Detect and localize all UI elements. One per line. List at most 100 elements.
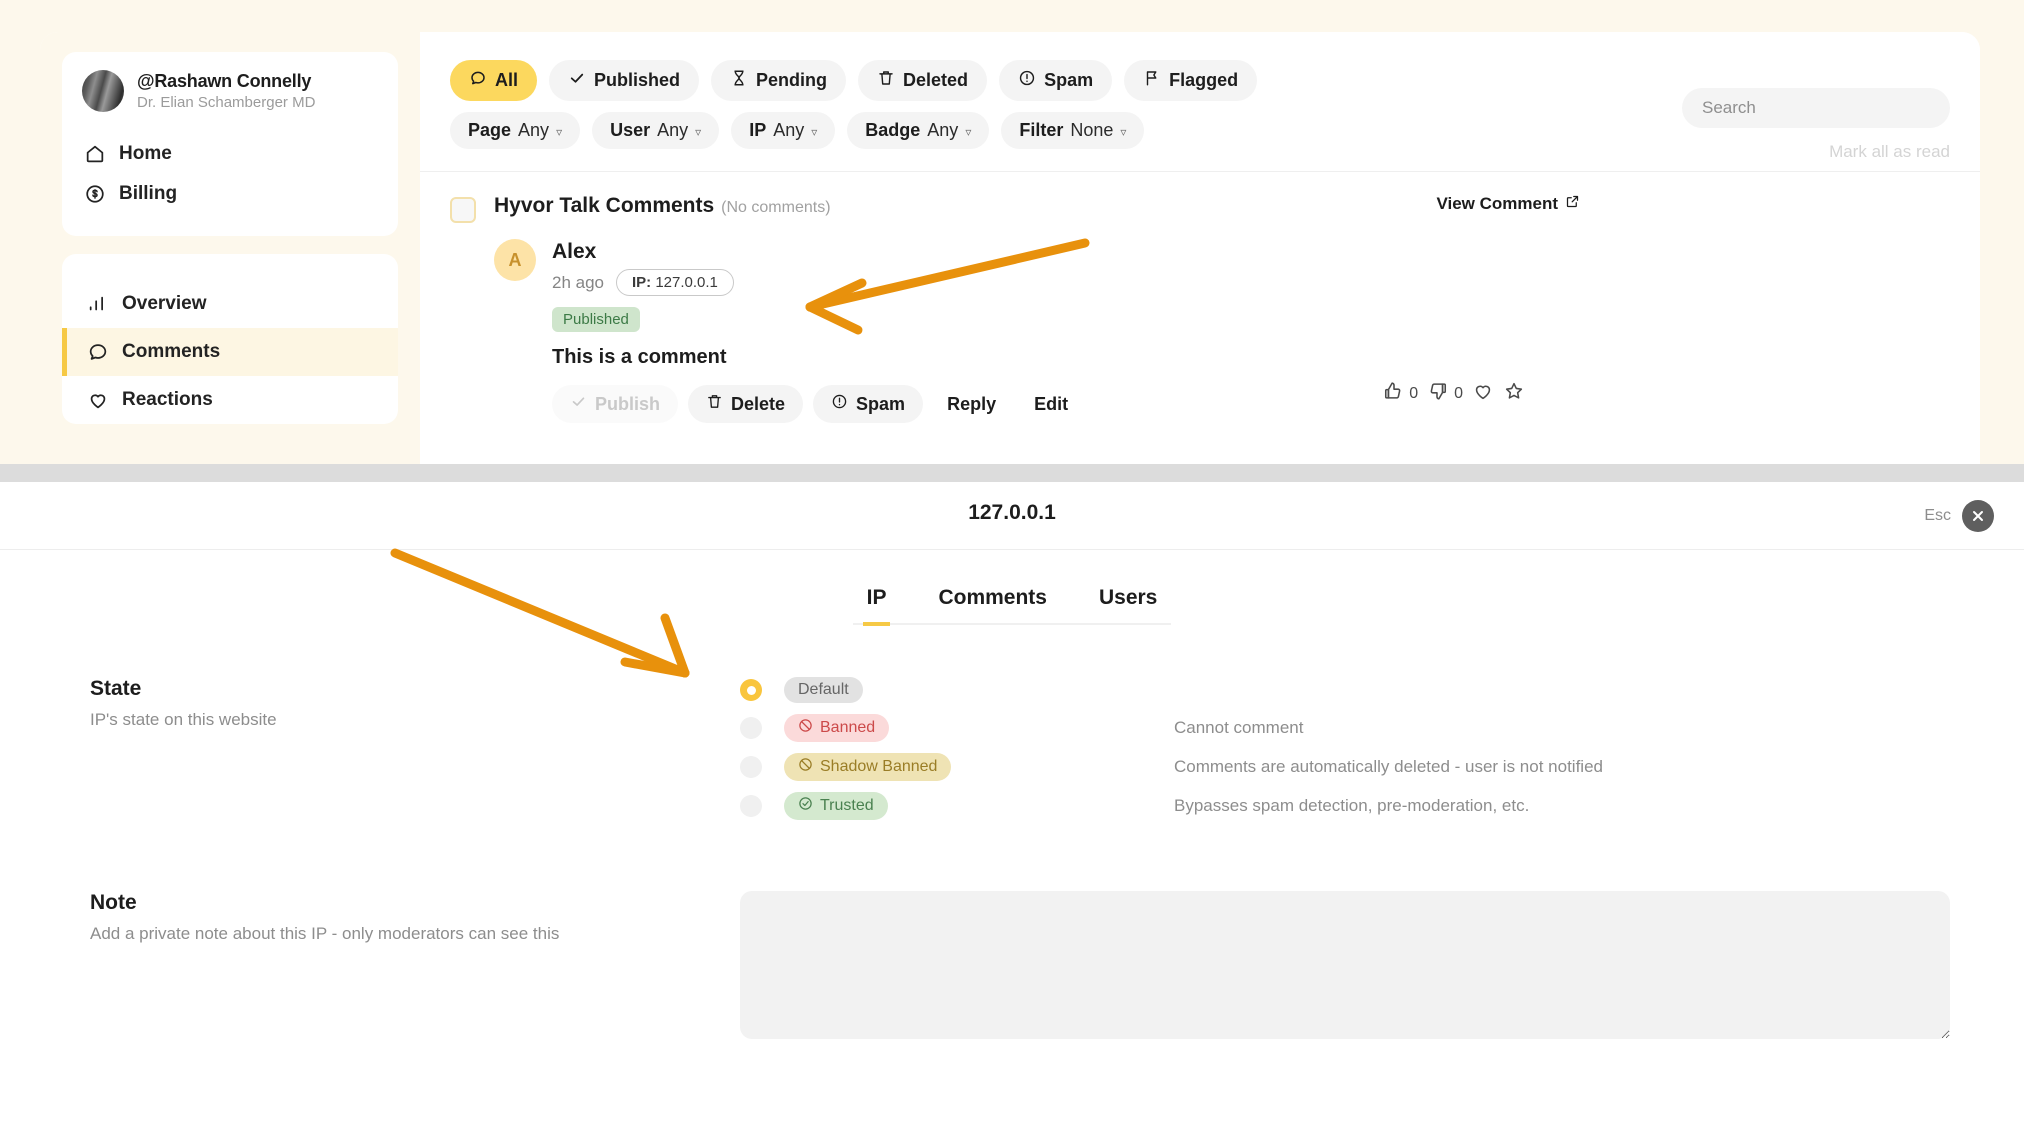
sidebar-item-billing[interactable]: Billing xyxy=(82,174,378,214)
main-panel: All Published Pending xyxy=(420,32,1980,464)
state-option-shadow-banned[interactable]: Shadow Banned Comments are automatically… xyxy=(740,753,1934,781)
close-icon xyxy=(1962,500,1994,532)
flag-icon xyxy=(1143,69,1161,92)
hourglass-icon xyxy=(730,69,748,92)
heart-reaction[interactable] xyxy=(1472,380,1494,407)
chip-label: Deleted xyxy=(903,70,968,91)
dropdown-label: IP xyxy=(749,120,766,141)
tab-comments[interactable]: Comments xyxy=(934,578,1051,626)
status-badge: Published xyxy=(552,307,640,332)
mark-all-as-read-button[interactable]: Mark all as read xyxy=(1829,142,1950,162)
radio-default[interactable] xyxy=(740,679,762,701)
delete-button[interactable]: Delete xyxy=(688,385,803,423)
button-label: Publish xyxy=(595,394,660,415)
ip-pill-prefix: IP: xyxy=(632,274,651,291)
tab-users[interactable]: Users xyxy=(1095,578,1161,626)
external-link-icon xyxy=(1565,194,1580,214)
state-option-default[interactable]: Default xyxy=(740,677,1934,703)
chip-label: Flagged xyxy=(1169,70,1238,91)
dropdown-label: Page xyxy=(468,120,511,141)
section-title: Note xyxy=(90,891,740,915)
dropdown-value: Any xyxy=(657,120,688,141)
check-icon xyxy=(568,69,586,92)
modal-tabs: IP Comments Users xyxy=(0,578,2024,625)
dropdown-filter[interactable]: Filter None ▿ xyxy=(1001,112,1144,149)
comment-thread-header: Hyvor Talk Comments(No comments) xyxy=(450,194,1950,223)
chip-label: All xyxy=(495,70,518,91)
dropdown-ip[interactable]: IP Any ▿ xyxy=(731,112,835,149)
filter-chip-all[interactable]: All xyxy=(450,60,537,101)
ip-detail-modal: 127.0.0.1 Esc IP Comments Users State IP… xyxy=(0,482,2024,1127)
dropdown-label: Filter xyxy=(1019,120,1063,141)
sidebar-item-overview[interactable]: Overview xyxy=(62,280,398,328)
trash-icon xyxy=(877,69,895,92)
exclamation-circle-icon xyxy=(831,393,848,415)
profile-subtitle: Dr. Elian Schamberger MD xyxy=(137,93,315,113)
reaction-counters: 0 0 xyxy=(1382,380,1525,407)
comment-item: A Alex 2h ago IP: 127.0.0.1 Published Th… xyxy=(494,239,1950,423)
speech-bubble-icon xyxy=(87,341,109,363)
thumbs-down-count: 0 xyxy=(1454,385,1463,403)
note-section: Note Add a private note about this IP - … xyxy=(0,891,2024,1044)
badge-label: Banned xyxy=(820,719,875,737)
chevron-down-icon: ▿ xyxy=(556,125,562,139)
thumbs-up-count: 0 xyxy=(1409,385,1418,403)
filter-chip-pending[interactable]: Pending xyxy=(711,60,846,101)
bar-chart-icon xyxy=(87,293,109,315)
comment-select-checkbox[interactable] xyxy=(450,197,476,223)
filter-chip-spam[interactable]: Spam xyxy=(999,60,1112,101)
state-option-description: Comments are automatically deleted - use… xyxy=(1174,757,1603,777)
badge-cell: Default xyxy=(784,677,1174,703)
dollar-circle-icon xyxy=(84,183,106,205)
sidebar-item-home[interactable]: Home xyxy=(82,134,378,174)
note-textarea[interactable] xyxy=(740,891,1950,1039)
state-section-labels: State IP's state on this website xyxy=(90,677,740,831)
radio-banned[interactable] xyxy=(740,717,762,739)
state-option-banned[interactable]: Banned Cannot comment xyxy=(740,714,1934,742)
dropdown-badge[interactable]: Badge Any ▿ xyxy=(847,112,989,149)
star-icon xyxy=(1503,380,1525,407)
dropdown-label: User xyxy=(610,120,650,141)
filter-chip-deleted[interactable]: Deleted xyxy=(858,60,987,101)
sidebar-item-comments[interactable]: Comments xyxy=(62,328,398,376)
sidebar-item-label: Billing xyxy=(119,183,177,205)
reply-button[interactable]: Reply xyxy=(933,386,1010,423)
radio-trusted[interactable] xyxy=(740,795,762,817)
badge-cell: Trusted xyxy=(784,792,1174,820)
thread-note: (No comments) xyxy=(721,199,830,216)
exclamation-circle-icon xyxy=(1018,69,1036,92)
note-section-labels: Note Add a private note about this IP - … xyxy=(90,891,740,1044)
state-option-description: Cannot comment xyxy=(1174,718,1303,738)
sidebar-item-reactions[interactable]: Reactions xyxy=(62,376,398,424)
sidebar-item-label: Reactions xyxy=(122,389,213,411)
radio-shadow-banned[interactable] xyxy=(740,756,762,778)
thumbs-up-reaction[interactable]: 0 xyxy=(1382,380,1418,407)
spam-button[interactable]: Spam xyxy=(813,385,923,423)
close-modal-button[interactable]: Esc xyxy=(1924,500,1994,532)
modal-header: 127.0.0.1 Esc xyxy=(0,482,2024,550)
section-description: Add a private note about this IP - only … xyxy=(90,924,740,944)
dropdown-page[interactable]: Page Any ▿ xyxy=(450,112,580,149)
dropdown-user[interactable]: User Any ▿ xyxy=(592,112,719,149)
tab-ip[interactable]: IP xyxy=(863,578,891,626)
search-area: Mark all as read xyxy=(1682,88,1950,162)
dropdown-value: Any xyxy=(773,120,804,141)
esc-label: Esc xyxy=(1924,507,1951,525)
state-badge: Trusted xyxy=(784,792,888,820)
publish-button[interactable]: Publish xyxy=(552,385,678,423)
sidebar-nav-card: Overview Comments xyxy=(62,254,398,424)
star-reaction[interactable] xyxy=(1503,380,1525,407)
profile-block[interactable]: @Rashawn Connelly Dr. Elian Schamberger … xyxy=(82,70,378,112)
state-options: Default Banned Cannot comment xyxy=(740,677,1934,831)
ip-pill[interactable]: IP: 127.0.0.1 xyxy=(616,269,734,296)
thumbs-down-reaction[interactable]: 0 xyxy=(1427,380,1463,407)
view-comment-link[interactable]: View Comment xyxy=(1436,194,1580,214)
state-option-trusted[interactable]: Trusted Bypasses spam detection, pre-mod… xyxy=(740,792,1934,820)
edit-button[interactable]: Edit xyxy=(1020,386,1082,423)
badge-label: Shadow Banned xyxy=(820,758,937,776)
state-badge: Default xyxy=(784,677,863,703)
ban-icon xyxy=(798,757,813,777)
filter-chip-flagged[interactable]: Flagged xyxy=(1124,60,1257,101)
filter-chip-published[interactable]: Published xyxy=(549,60,699,101)
search-input[interactable] xyxy=(1682,88,1950,128)
